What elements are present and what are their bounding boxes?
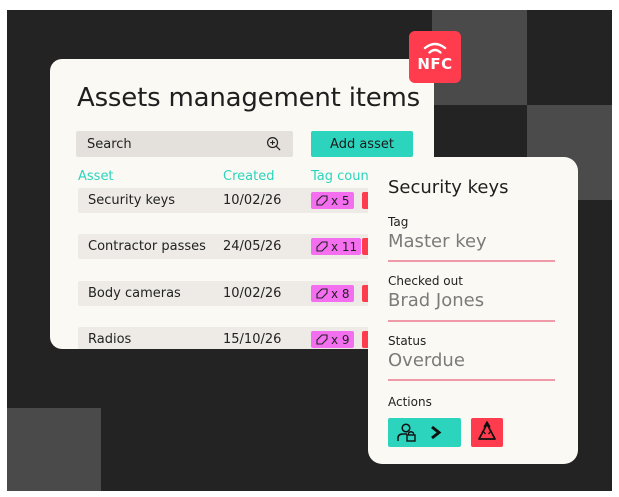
- search-placeholder: Search: [87, 136, 132, 152]
- created-date: 10/02/26: [223, 193, 282, 208]
- created-date: 24/05/26: [223, 239, 282, 254]
- column-header-created[interactable]: Created: [223, 169, 274, 184]
- tag-icon: [316, 194, 328, 206]
- zoom-in-icon[interactable]: [266, 136, 281, 151]
- asset-name: Radios: [88, 332, 132, 347]
- field-label-tag: Tag: [388, 215, 409, 229]
- tag-count-badge: x 9: [311, 331, 354, 348]
- field-value-tag[interactable]: Master key: [388, 231, 487, 252]
- tag-icon: [316, 287, 328, 299]
- nfc-badge: NFC: [409, 31, 461, 83]
- search-input[interactable]: Search: [76, 131, 293, 157]
- field-underline: [388, 260, 555, 262]
- asset-name: Contractor passes: [88, 239, 206, 254]
- asset-name: Body cameras: [88, 286, 181, 301]
- decorative-square-bottom-left: [7, 408, 101, 491]
- nfc-label: NFC: [417, 55, 453, 73]
- tag-count-badge: x 8: [311, 285, 354, 302]
- tag-count-badge: x 5: [311, 192, 354, 209]
- created-date: 10/02/26: [223, 286, 282, 301]
- asset-name: Security keys: [88, 193, 176, 208]
- field-label-checked-out: Checked out: [388, 274, 463, 288]
- column-header-tag-count[interactable]: Tag count: [311, 169, 374, 184]
- column-header-asset[interactable]: Asset: [78, 169, 114, 184]
- tag-icon: [316, 333, 328, 345]
- asset-detail-panel: Security keys Tag Master key Checked out…: [368, 157, 578, 464]
- field-value-checked-out[interactable]: Brad Jones: [388, 290, 484, 311]
- recycle-action-button[interactable]: [471, 418, 503, 447]
- field-value-status[interactable]: Overdue: [388, 350, 465, 371]
- actions-label: Actions: [388, 395, 432, 409]
- field-underline: [388, 320, 555, 322]
- recycle-icon: [478, 420, 496, 440]
- checkout-action-button[interactable]: [388, 418, 461, 447]
- detail-title: Security keys: [388, 177, 509, 198]
- field-underline: [388, 379, 555, 381]
- user-lock-arrow-icon: [397, 423, 442, 442]
- created-date: 15/10/26: [223, 332, 282, 347]
- tag-icon: [316, 240, 328, 252]
- tag-count-badge: x 11: [311, 238, 362, 255]
- add-asset-button[interactable]: Add asset: [311, 131, 413, 157]
- page-title: Assets management items: [77, 83, 420, 113]
- field-label-status: Status: [388, 334, 427, 348]
